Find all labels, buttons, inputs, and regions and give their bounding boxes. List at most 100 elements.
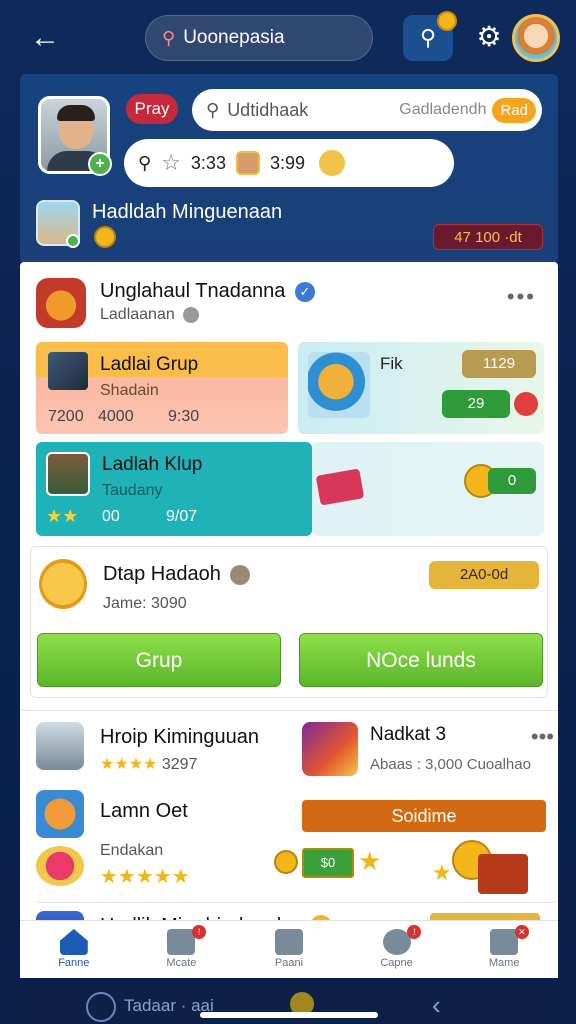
tile-title: Fik <box>380 354 403 373</box>
profile-photo-hair <box>57 105 95 121</box>
tile-value: 7200 <box>48 408 84 425</box>
monkey-app-icon[interactable] <box>36 790 84 838</box>
promo-price-badge[interactable]: 2A0-0d <box>429 561 539 589</box>
ball-app-icon[interactable] <box>36 846 84 886</box>
fox-app-icon[interactable] <box>36 278 86 328</box>
rating-stars-icon: ★★★★ <box>100 756 158 773</box>
tile-value: 4000 <box>98 408 134 425</box>
fruit-icon <box>514 392 538 416</box>
pray-button[interactable]: Pray <box>126 94 178 124</box>
list-item-subtitle: Abaas : 3,000 Cuoalhao <box>370 756 531 773</box>
tile-title: Ladlah Klup <box>102 454 203 475</box>
verified-icon: ✓ <box>294 281 315 302</box>
search-icon: ⚲ <box>138 152 152 173</box>
promo-card: Dtap Hadaoh Jame: 3090 2A0-0d Grup NOce … <box>30 546 548 698</box>
gear-icon[interactable]: ⚙ <box>474 22 504 52</box>
nav-item-mcate[interactable]: ! Mcate <box>128 921 236 978</box>
list-item-title[interactable]: Hroip Kiminguuan <box>100 726 259 749</box>
orange-action-button[interactable]: Soidime <box>302 800 546 832</box>
notification-badge: ✕ <box>514 925 529 939</box>
notification-coin-icon <box>437 11 457 31</box>
more-options-icon[interactable]: ••• <box>507 284 536 310</box>
list-right-column: Nadkat 3 Abaas : 3,000 Cuoalhao ••• Soid… <box>302 722 554 922</box>
nav-item-capne[interactable]: ! Capne <box>343 921 451 978</box>
chest-icon <box>48 352 88 390</box>
gift-box-icon[interactable] <box>478 854 528 894</box>
section-subtitle: Ladlaanan <box>100 306 200 324</box>
tile-value: 9:30 <box>168 408 200 425</box>
section-title-text: Unglahaul Tnadanna <box>100 280 286 302</box>
list-item-title[interactable]: Nadkat 3 <box>370 724 446 746</box>
section-title: Unglahaul Tnadanna ✓ <box>100 280 315 303</box>
tile-fik[interactable]: Fik 1129 29 <box>298 342 544 434</box>
profile-header: + Pray ⚲ Udtidhaak Gadladendh Rad ⚲ ☆ 3:… <box>20 74 558 264</box>
add-badge-icon[interactable]: + <box>88 152 112 176</box>
header-search-placeholder: Udtidhaak <box>227 99 309 120</box>
system-bar: Tadaar · aai ‹ <box>20 988 558 1024</box>
home-indicator[interactable] <box>200 1012 378 1018</box>
more-options-icon[interactable]: ••• <box>531 724 554 750</box>
thumbs-up-coin-icon[interactable] <box>319 150 346 176</box>
tile-group-teal[interactable]: Ladlah Klup Taudany ★★ 00 9/07 <box>36 442 312 536</box>
nav-label: Fanne <box>58 957 90 969</box>
rating-stars-icon: ★★ <box>46 506 79 526</box>
top-search-field[interactable]: ⚲ Uoonepasia <box>145 15 373 61</box>
bottom-navigation: Fanne ! Mcate Paani ! Capne ✕ Mame <box>20 920 558 978</box>
notice-lunds-button[interactable]: NOce lunds <box>299 633 543 687</box>
search-icon: ⚲ <box>162 27 176 48</box>
stat-value-2: 3:99 <box>269 152 306 173</box>
header-search-hint: Gadladendh <box>399 101 487 118</box>
header-price-badge[interactable]: 47 100 ·dt <box>433 224 543 250</box>
user-thumbnail[interactable] <box>36 722 84 770</box>
star-icon: ★ <box>432 860 452 885</box>
header-search-tag[interactable]: Rad <box>492 97 536 123</box>
eraser-icon <box>315 468 365 506</box>
user-avatar[interactable] <box>512 14 560 62</box>
rating-stars-icon: ★★★★★ <box>100 866 190 888</box>
section-header: Unglahaul Tnadanna ✓ Ladlaanan ••• <box>36 276 536 336</box>
search-icon: ⚲ <box>206 99 220 120</box>
chick-mascot-icon <box>39 559 87 609</box>
reward-badge: 0 <box>488 468 536 494</box>
group-button[interactable]: Grup <box>37 633 281 687</box>
nav-item-mame[interactable]: ✕ Mame <box>450 921 558 978</box>
header-search-input[interactable]: ⚲ Udtidhaak Gadladendh Rad <box>192 89 542 131</box>
tile-value: 00 <box>102 508 120 525</box>
game-app-icon[interactable] <box>302 722 358 776</box>
nav-label: Mame <box>488 957 520 969</box>
back-arrow-icon[interactable]: ← <box>30 20 66 56</box>
tile-title: Ladlai Grup <box>100 354 199 375</box>
notification-badge: ! <box>192 925 207 939</box>
tile-subtitle: Taudany <box>102 482 163 499</box>
tile-group-orange[interactable]: Ladlai Grup Shadain 7200 4000 9:30 <box>36 342 288 434</box>
info-icon <box>183 306 200 323</box>
divider <box>20 710 558 711</box>
list-item-rating-value: 3297 <box>161 756 198 773</box>
nav-label: Paani <box>274 957 304 969</box>
tile-value: 9/07 <box>166 508 198 525</box>
mini-avatar-icon <box>235 151 260 175</box>
chat-count-badge: 29 <box>442 390 510 418</box>
nav-item-home[interactable]: Fanne <box>20 921 128 978</box>
list-item-subtitle: Endakan <box>100 842 164 859</box>
search-button[interactable]: ⚲ <box>403 11 457 61</box>
coin-icon <box>94 226 116 248</box>
stat-value-1: 3:33 <box>190 152 226 173</box>
check-box-icon <box>274 929 303 955</box>
notification-badge: ! <box>407 925 422 939</box>
list-left-column: Hroip Kiminguuan ★★★★ 3297 Lamn Oet Enda… <box>36 722 286 922</box>
section-subtitle-text: Ladlaanan <box>100 306 175 323</box>
top-bar: ← ⚲ Uoonepasia ⚲ ⚙ <box>0 0 576 76</box>
main-card: Unglahaul Tnadanna ✓ Ladlaanan ••• Ladla… <box>20 262 558 976</box>
tile-reward[interactable]: 0 <box>312 442 544 536</box>
nav-item-paani[interactable]: Paani <box>235 921 343 978</box>
list-item-title[interactable]: Lamn Oet <box>100 800 188 823</box>
recent-apps-icon[interactable] <box>86 992 116 1022</box>
cannon-illustration <box>308 352 370 418</box>
coin-icon <box>274 850 298 874</box>
nav-label: Mcate <box>166 957 197 969</box>
online-badge-icon <box>66 234 80 248</box>
back-chevron-icon[interactable]: ‹ <box>432 990 441 1021</box>
header-friend-name: Hadldah Minguenaan <box>92 201 283 223</box>
home-icon <box>59 929 88 955</box>
